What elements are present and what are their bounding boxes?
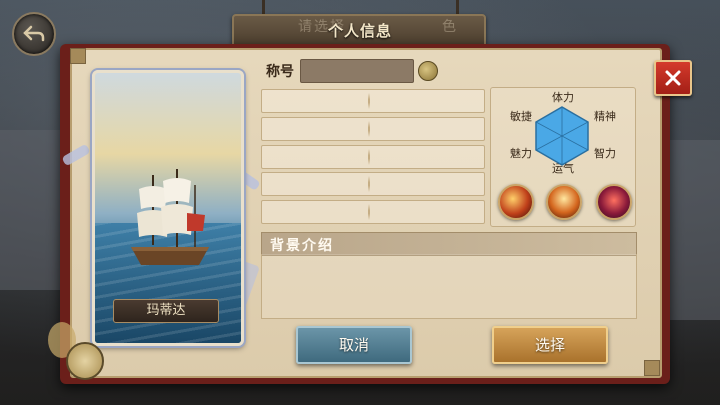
title-field[interactable] <box>300 59 414 83</box>
paper-corner <box>644 360 660 376</box>
row-divider <box>368 176 370 192</box>
character-name: 玛蒂达 <box>113 299 219 323</box>
fire-orb-skill-icon[interactable] <box>498 184 534 220</box>
flame-sword-skill-icon[interactable] <box>546 184 582 220</box>
close-button[interactable] <box>654 60 692 96</box>
background-building <box>670 140 720 320</box>
row-divider <box>368 93 370 109</box>
stat-label-stamina: 体力 <box>552 91 574 104</box>
info-row <box>261 200 485 224</box>
row-divider <box>368 149 370 165</box>
stats-hexagon-chart <box>535 106 589 166</box>
row-divider <box>368 121 370 137</box>
info-row <box>261 172 485 196</box>
background-content <box>261 254 637 319</box>
paper-corner <box>70 48 86 64</box>
background-building <box>0 130 60 290</box>
info-row <box>261 145 485 169</box>
stat-label-intellect: 智力 <box>594 147 616 160</box>
info-row <box>261 117 485 141</box>
stat-label-charm: 魅力 <box>510 147 532 160</box>
stat-label-spirit: 精神 <box>594 110 616 123</box>
close-icon <box>665 70 681 86</box>
row-divider <box>368 204 370 220</box>
background-header: 背景介绍 <box>270 238 334 254</box>
sailing-ship-icon <box>131 169 209 265</box>
title-selector-coin-icon[interactable] <box>418 61 438 81</box>
demon-skill-icon[interactable] <box>596 184 632 220</box>
info-row <box>261 89 485 113</box>
dialog-title: 个人信息 <box>327 22 392 40</box>
select-button[interactable]: 选择 <box>492 326 608 364</box>
cancel-button[interactable]: 取消 <box>296 326 412 364</box>
stat-label-agility: 敏捷 <box>510 110 532 123</box>
title-label: 称号 <box>266 64 294 80</box>
compass-icon <box>66 342 104 380</box>
